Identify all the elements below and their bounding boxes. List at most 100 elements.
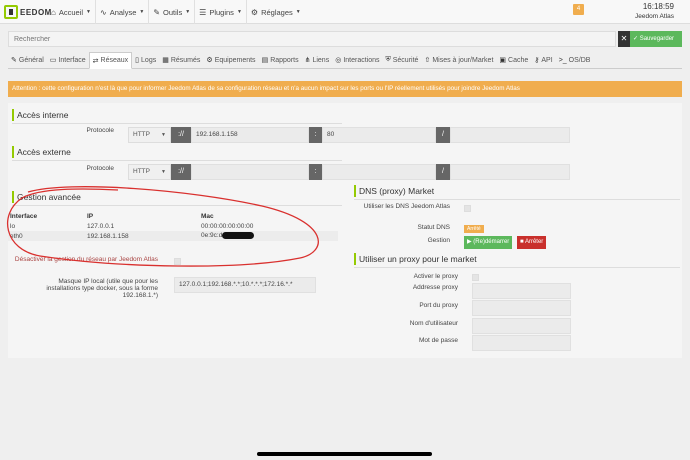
external-path-input[interactable] bbox=[450, 164, 570, 180]
tab-label: Equipements bbox=[214, 56, 256, 64]
jeedom-logo[interactable]: EEDOM bbox=[4, 2, 52, 22]
stethoscope-icon: ∿ bbox=[99, 7, 107, 17]
divider bbox=[354, 267, 680, 268]
tab-label: Interface bbox=[58, 56, 86, 64]
save-button[interactable]: ✓ Sauvegarder bbox=[630, 31, 682, 47]
tab-interface[interactable]: ▭ Interface bbox=[47, 52, 89, 68]
home-icon: ⌂ bbox=[51, 7, 56, 17]
ip-cell: 127.0.0.1 bbox=[87, 222, 115, 230]
internal-access-title: Accès interne bbox=[12, 109, 69, 121]
tab-sécurité[interactable]: ⛨ Sécurité bbox=[383, 52, 422, 68]
tab-général[interactable]: ✎ Général bbox=[8, 52, 47, 68]
stop-dns-button[interactable]: ■ Arrêter bbox=[517, 236, 547, 249]
search-input[interactable] bbox=[8, 31, 616, 47]
menu-item-label: Outils bbox=[163, 7, 183, 17]
external-protocol-select[interactable]: HTTP ▼ bbox=[128, 164, 171, 180]
proxy-address-input[interactable] bbox=[472, 283, 571, 299]
message-count-badge[interactable]: 4 bbox=[573, 4, 584, 15]
main-menu: ⌂ Accueil ▼ ∿ Analyse ▼ ✎ Outils ▼ ☰ Plugins ▼ ⚙ Régl… bbox=[47, 0, 305, 24]
api-icon: ⚷ bbox=[534, 57, 540, 64]
home-indicator[interactable] bbox=[257, 452, 432, 456]
chevron-down-icon: ▼ bbox=[86, 9, 91, 15]
chevron-down-icon: ▼ bbox=[185, 9, 191, 15]
tab-liens[interactable]: ⋔ Liens bbox=[302, 52, 333, 68]
redaction-scribble bbox=[222, 232, 255, 240]
tab-label: Sécurité bbox=[392, 56, 419, 64]
enable-proxy-checkbox[interactable] bbox=[472, 274, 479, 281]
proxy-username-input[interactable] bbox=[472, 318, 571, 334]
use-jeedom-dns-label: Utiliser les DNS Jeedom Atlas bbox=[363, 203, 450, 210]
internal-path-input[interactable] bbox=[450, 127, 570, 143]
enable-proxy-label: Activer le proxy bbox=[413, 273, 458, 280]
dns-status-badge: Arrêté bbox=[464, 225, 484, 233]
file-icon: ▯ bbox=[135, 57, 140, 64]
tab-equipements[interactable]: ⚙ Equipements bbox=[203, 52, 258, 68]
disable-network-management-label: Désactiver la gestion du réseau par Jeed… bbox=[14, 256, 158, 263]
ip-cell: 192.168.1.158 bbox=[85, 231, 199, 241]
network-config-panel: Accès interne Protocole HTTP ▼ :// 192.16… bbox=[8, 103, 682, 358]
internal-protocol-value: HTTP bbox=[133, 131, 150, 138]
tab-label: Réseaux bbox=[100, 57, 129, 64]
menu-item-accueil[interactable]: ⌂ Accueil ▼ bbox=[47, 0, 95, 24]
external-host-input[interactable] bbox=[191, 164, 309, 180]
config-tabs: ✎ Général ▭ Interface ⇄ Réseaux ▯ Logs ▦ Résumés ⚙… bbox=[8, 52, 682, 69]
tasks-icon: ☰ bbox=[199, 7, 207, 17]
interface-icon: ▭ bbox=[49, 57, 57, 64]
menu-item-label: Plugins bbox=[209, 7, 234, 17]
shield-icon: ⛨ bbox=[385, 56, 391, 63]
tab-résumés[interactable]: ▦ Résumés bbox=[159, 52, 203, 68]
proxy-password-label: Mot de passe bbox=[418, 337, 458, 344]
tab-label: Cache bbox=[508, 56, 529, 64]
column-header-mac: Mac bbox=[201, 212, 214, 220]
interface-cell: eth0 bbox=[8, 231, 85, 241]
divider bbox=[12, 123, 342, 124]
internal-protocol-select[interactable]: HTTP ▼ bbox=[128, 127, 171, 143]
table-icon: ▦ bbox=[162, 57, 169, 64]
restart-dns-label: (Re)démarrer bbox=[473, 239, 510, 245]
wrench-icon: ✎ bbox=[153, 7, 161, 17]
tab-os-db[interactable]: >_ OS/DB bbox=[556, 52, 594, 68]
network-icon: ⇄ bbox=[92, 57, 99, 65]
menu-item-réglages[interactable]: ⚙ Réglages ▼ bbox=[245, 0, 305, 24]
tab-logs[interactable]: ▯ Logs bbox=[132, 52, 159, 68]
restart-dns-button[interactable]: ▶ (Re)démarrer bbox=[464, 236, 513, 249]
proxy-port-label: Port du proxy bbox=[419, 302, 458, 309]
column-header-interface: Interface bbox=[10, 212, 38, 220]
proxy-port-input[interactable] bbox=[472, 300, 571, 316]
menu-item-outils[interactable]: ✎ Outils ▼ bbox=[148, 0, 194, 24]
clear-search-button[interactable]: ✕ bbox=[618, 31, 630, 47]
interaction-icon: ◎ bbox=[335, 57, 342, 64]
use-jeedom-dns-checkbox[interactable] bbox=[464, 205, 471, 212]
internal-port-input[interactable]: 80 bbox=[322, 127, 436, 143]
update-icon: ⇧ bbox=[424, 57, 431, 64]
play-icon: ▶ bbox=[467, 239, 472, 245]
menu-item-analyse[interactable]: ∿ Analyse ▼ bbox=[94, 0, 148, 24]
tab-label: Interactions bbox=[343, 56, 380, 64]
tab-interactions[interactable]: ◎ Interactions bbox=[332, 52, 382, 68]
advanced-title: Gestion avancée bbox=[12, 191, 81, 203]
tab-réseaux[interactable]: ⇄ Réseaux bbox=[88, 52, 133, 69]
proxy-password-input[interactable] bbox=[472, 335, 571, 351]
external-colon-addon: : bbox=[309, 164, 322, 180]
tab-cache[interactable]: ▣ Cache bbox=[496, 52, 531, 68]
tab-label: Rapports bbox=[270, 56, 299, 64]
internal-host-input[interactable]: 192.168.1.158 bbox=[191, 127, 309, 143]
ip-mask-label: Masque IP local (utile que pour les inst… bbox=[46, 278, 158, 299]
clock: 16:18:59 Jeedom Atlas bbox=[614, 2, 674, 20]
external-access-title: Accès externe bbox=[12, 146, 71, 158]
stop-icon: ■ bbox=[520, 239, 524, 245]
external-port-input[interactable] bbox=[322, 164, 436, 180]
tab-api[interactable]: ⚷ API bbox=[531, 52, 555, 68]
external-slash-addon: / bbox=[436, 164, 450, 180]
external-protocol-label: Protocole bbox=[86, 165, 114, 172]
disable-network-management-checkbox[interactable] bbox=[174, 258, 181, 265]
ip-mask-input[interactable]: 127.0.0.1;192.168.*.*;10.*.*.*;172.16.*.… bbox=[174, 277, 316, 293]
column-header-ip: IP bbox=[87, 212, 94, 220]
dns-market-title: DNS (proxy) Market bbox=[354, 185, 434, 197]
menu-item-plugins[interactable]: ☰ Plugins ▼ bbox=[194, 0, 246, 24]
tab-label: Logs bbox=[141, 56, 157, 64]
tab-mises-jour-market[interactable]: ⇧ Mises à jour/Market bbox=[421, 52, 496, 68]
chevron-down-icon: ▼ bbox=[139, 9, 145, 15]
divider bbox=[12, 205, 342, 206]
tab-rapports[interactable]: ▤ Rapports bbox=[259, 52, 302, 68]
